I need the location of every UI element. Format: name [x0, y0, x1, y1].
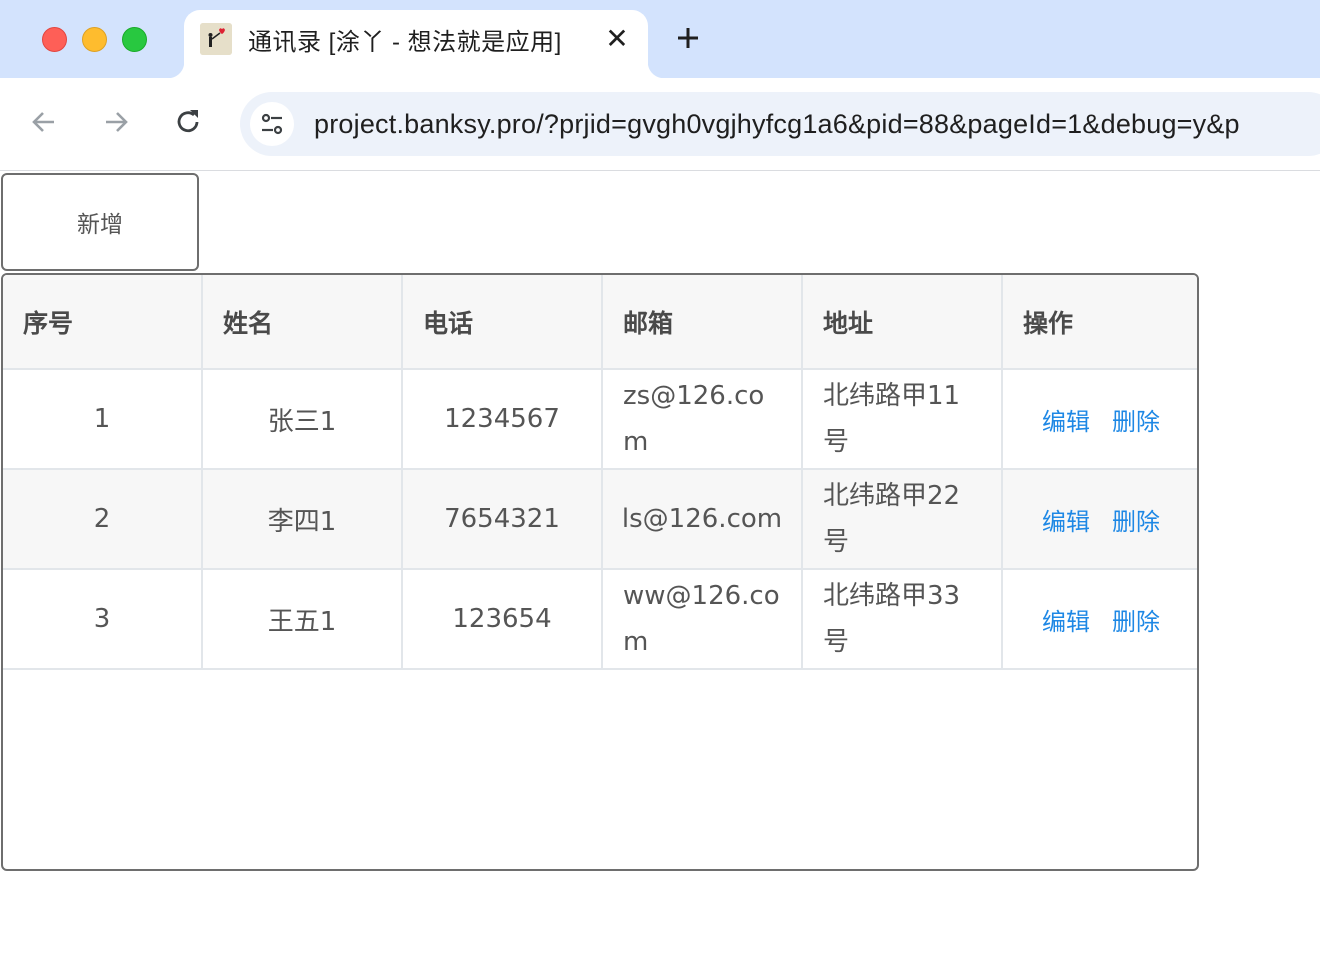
row-address: 北纬路甲33号	[803, 570, 1003, 668]
edit-link[interactable]: 编辑	[1042, 602, 1090, 637]
delete-link[interactable]: 删除	[1112, 502, 1160, 537]
header-phone: 电话	[403, 275, 603, 368]
delete-link[interactable]: 删除	[1112, 602, 1160, 637]
header-name: 姓名	[203, 275, 403, 368]
header-index: 序号	[3, 275, 203, 368]
url-text[interactable]: project.banksy.pro/?prjid=gvgh0vgjhyfcg1…	[314, 109, 1240, 140]
tab-close-icon[interactable]: ✕	[602, 24, 632, 54]
reload-icon	[177, 110, 199, 133]
table-header-row: 序号 姓名 电话 邮箱 地址 操作	[3, 275, 1197, 370]
header-address: 地址	[803, 275, 1003, 368]
contacts-table: 序号 姓名 电话 邮箱 地址 操作 1 张三1 1234567 zs@126.c…	[1, 273, 1199, 871]
row-actions: 编辑 删除	[1003, 570, 1197, 668]
arrow-left-icon	[32, 112, 54, 132]
browser-toolbar: project.banksy.pro/?prjid=gvgh0vgjhyfcg1…	[0, 78, 1320, 171]
row-name: 李四1	[203, 470, 403, 568]
row-name: 张三1	[203, 370, 403, 468]
table-row: 3 王五1 123654 ww@126.com 北纬路甲33号 编辑 删除	[3, 570, 1197, 670]
maximize-window-button[interactable]	[122, 27, 147, 52]
edit-link[interactable]: 编辑	[1042, 402, 1090, 437]
table-row: 2 李四1 7654321 ls@126.com 北纬路甲22号 编辑 删除	[3, 470, 1197, 570]
row-address: 北纬路甲22号	[803, 470, 1003, 568]
minimize-window-button[interactable]	[82, 27, 107, 52]
tab-title: 通讯录 [涂丫 - 想法就是应用]	[248, 29, 562, 56]
row-email: ww@126.com	[603, 570, 803, 668]
row-actions: 编辑 删除	[1003, 470, 1197, 568]
table-row: 1 张三1 1234567 zs@126.com 北纬路甲11号 编辑 删除	[3, 370, 1197, 470]
close-window-button[interactable]	[42, 27, 67, 52]
new-tab-button[interactable]	[672, 22, 704, 54]
row-phone: 1234567	[403, 370, 603, 468]
plus-icon	[678, 28, 698, 48]
delete-link[interactable]: 删除	[1112, 402, 1160, 437]
row-email: ls@126.com	[603, 470, 803, 568]
header-actions: 操作	[1023, 308, 1074, 338]
row-index: 1	[3, 370, 203, 468]
add-button[interactable]: 新增	[1, 173, 199, 271]
favicon-icon	[200, 23, 232, 55]
row-index: 2	[3, 470, 203, 568]
row-actions: 编辑 删除	[1003, 370, 1197, 468]
row-name: 王五1	[203, 570, 403, 668]
page-content: 新增 序号 姓名 电话 邮箱 地址 操作 1 张三1 1234567 zs@12…	[0, 172, 1320, 964]
row-phone: 123654	[403, 570, 603, 668]
address-bar[interactable]: project.banksy.pro/?prjid=gvgh0vgjhyfcg1…	[240, 92, 1320, 156]
row-index: 3	[3, 570, 203, 668]
site-info-icon[interactable]	[250, 102, 294, 146]
back-button[interactable]	[28, 106, 60, 138]
reload-button[interactable]	[172, 106, 204, 138]
arrow-right-icon	[106, 112, 128, 132]
header-email: 邮箱	[603, 275, 803, 368]
row-address: 北纬路甲11号	[803, 370, 1003, 468]
forward-button[interactable]	[100, 106, 132, 138]
edit-link[interactable]: 编辑	[1042, 502, 1090, 537]
row-email: zs@126.com	[603, 370, 803, 468]
browser-tab-bar: 通讯录 [涂丫 - 想法就是应用] ✕	[0, 0, 1320, 78]
active-tab[interactable]: 通讯录 [涂丫 - 想法就是应用] ✕	[168, 10, 664, 78]
row-phone: 7654321	[403, 470, 603, 568]
